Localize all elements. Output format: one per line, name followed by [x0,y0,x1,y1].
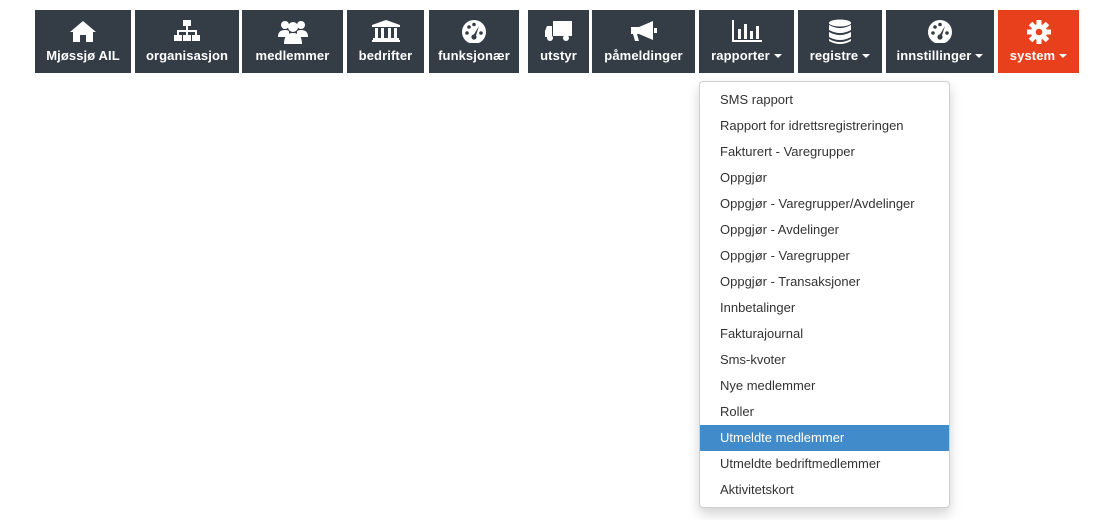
nav-funksjonaer-button[interactable]: funksjonær [429,10,519,73]
nav-pamelding-button[interactable]: påmeldinger [592,10,695,73]
nav-medlemmer-button[interactable]: medlemmer [242,10,343,73]
menu-item[interactable]: Rapport for idrettsregistreringen [700,113,949,139]
bank-icon [347,19,424,45]
database-icon [798,19,882,45]
megaphone-icon [592,19,695,45]
nav-label: medlemmer [255,48,330,63]
menu-item[interactable]: Innbetalinger [700,295,949,321]
chevron-down-icon [773,53,782,58]
menu-item[interactable]: Nye medlemmer [700,373,949,399]
nav-organisasjon-button[interactable]: organisasjon [135,10,239,73]
nav-bedrifter-button[interactable]: bedrifter [347,10,424,73]
menu-item[interactable]: Fakturert - Varegrupper [700,139,949,165]
menu-item[interactable]: Oppgjør - Transaksjoner [700,269,949,295]
menu-item[interactable]: Oppgjør - Varegrupper [700,243,949,269]
menu-item[interactable]: Sms-kvoter [700,347,949,373]
chevron-down-icon [975,53,984,58]
nav-home-button[interactable]: Mjøssjø AIL [35,10,131,73]
rapporter-dropdown-menu: SMS rapport Rapport for idrettsregistrer… [699,81,950,508]
nav-label: innstillinger [886,48,994,63]
nav-system-button[interactable]: system [998,10,1079,73]
menu-item[interactable]: Oppgjør - Avdelinger [700,217,949,243]
nav-label: rapporter [699,48,794,63]
users-icon [242,19,343,45]
nav-innstillinger-button[interactable]: innstillinger [886,10,994,73]
nav-label: Mjøssjø AIL [46,48,120,63]
dashboard-icon [886,19,994,45]
nav-label: registre [798,48,882,63]
bar-chart-icon [699,19,794,45]
menu-item[interactable]: Aktivitetskort [700,477,949,503]
menu-item[interactable]: Oppgjør - Varegrupper/Avdelinger [700,191,949,217]
sitemap-icon [135,19,239,45]
chevron-down-icon [862,53,871,58]
nav-label: funksjonær [438,48,510,63]
menu-item[interactable]: Oppgjør [700,165,949,191]
menu-item-highlighted[interactable]: Utmeldte medlemmer [700,425,949,451]
chevron-down-icon [1059,53,1068,58]
menu-item[interactable]: Utmeldte bedriftmedlemmer [700,451,949,477]
nav-label: organisasjon [145,48,229,63]
truck-icon [528,19,589,45]
gear-icon [998,19,1079,45]
nav-rapporter-button[interactable]: rapporter [699,10,794,73]
nav-utstyr-button[interactable]: utstyr [528,10,589,73]
menu-item[interactable]: Roller [700,399,949,425]
nav-registre-button[interactable]: registre [798,10,882,73]
menu-item[interactable]: Fakturajournal [700,321,949,347]
menu-item[interactable]: SMS rapport [700,87,949,113]
nav-label: bedrifter [358,48,413,63]
dashboard-icon [429,19,519,45]
nav-label: utstyr [540,48,577,63]
home-icon [35,19,131,45]
nav-label: påmeldinger [604,48,683,63]
nav-label: system [998,48,1079,63]
